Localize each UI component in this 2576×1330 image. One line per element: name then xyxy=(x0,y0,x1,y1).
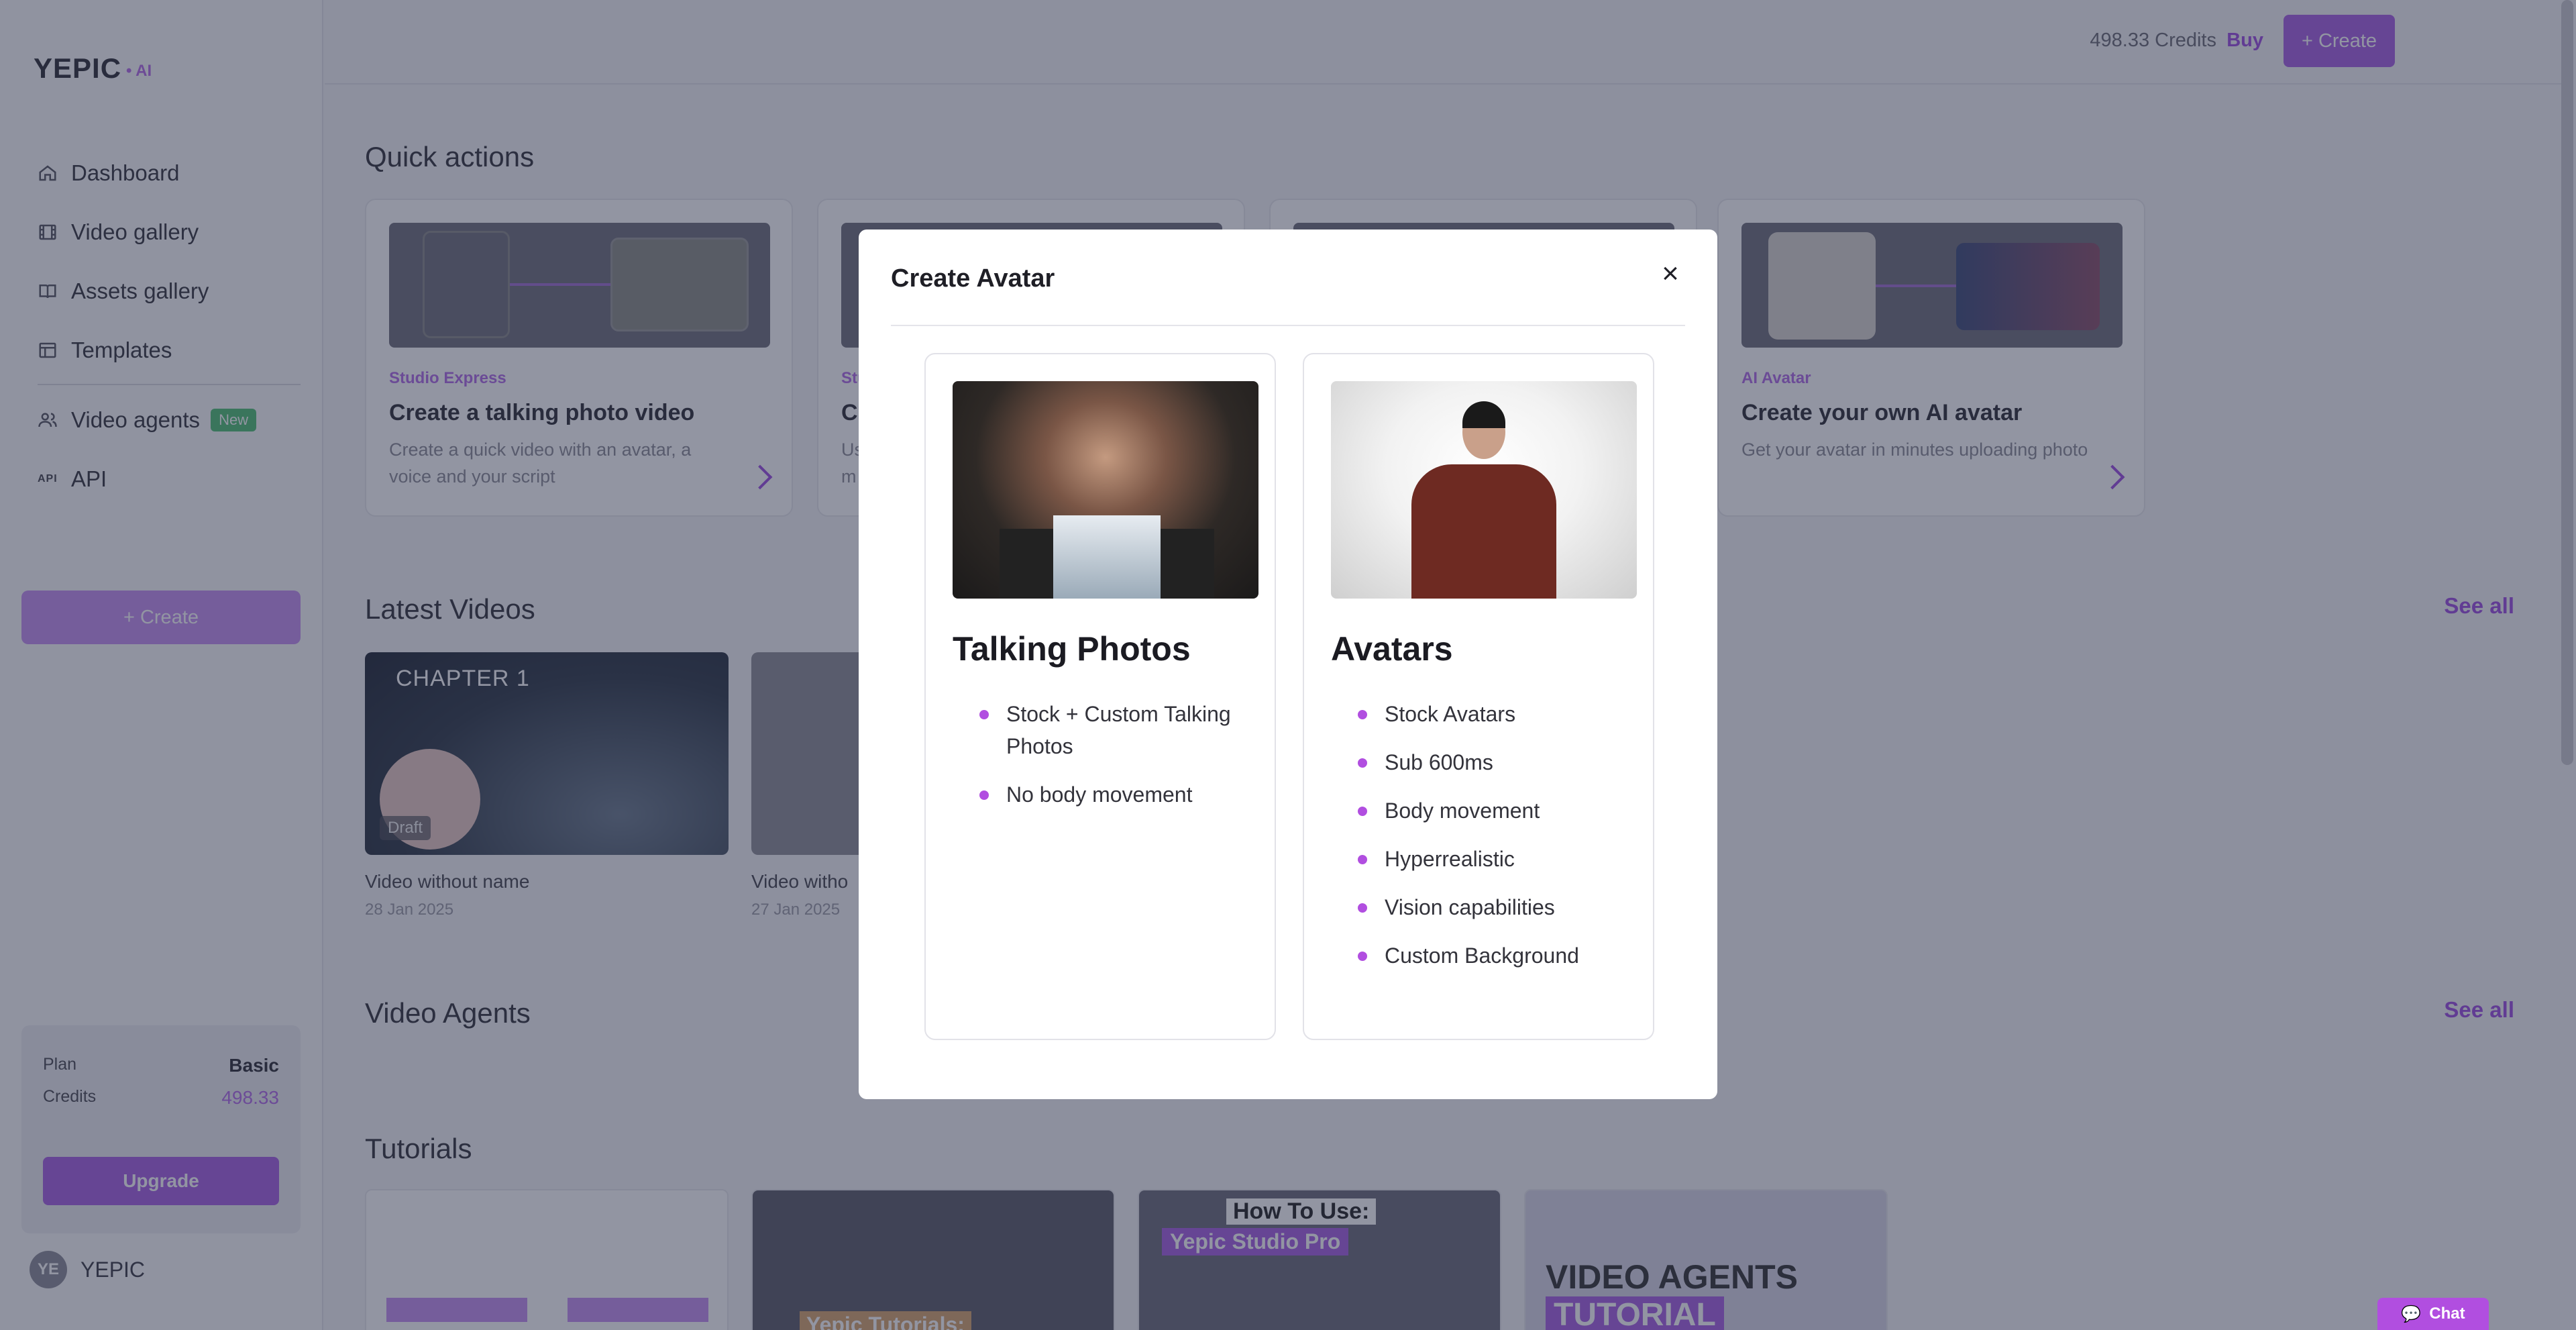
chat-label: Chat xyxy=(2429,1305,2465,1323)
close-icon[interactable]: × xyxy=(1656,259,1685,289)
modal-divider xyxy=(891,325,1685,326)
suit-shape xyxy=(1161,529,1214,599)
talking-photo-preview xyxy=(953,381,1258,599)
modal-title: Create Avatar xyxy=(891,264,1055,293)
option-title: Avatars xyxy=(1331,630,1453,668)
avatar-hair xyxy=(1462,401,1505,428)
avatar-preview xyxy=(1331,381,1637,599)
feature-list: Stock Avatars Sub 600ms Body movement Hy… xyxy=(1358,698,1640,988)
feature-item: Custom Background xyxy=(1358,939,1640,972)
feature-item: Hyperrealistic xyxy=(1358,843,1640,875)
avatar-body xyxy=(1411,464,1556,599)
avatars-option[interactable]: Avatars Stock Avatars Sub 600ms Body mov… xyxy=(1303,353,1654,1040)
feature-item: Body movement xyxy=(1358,795,1640,827)
feature-item: Stock Avatars xyxy=(1358,698,1640,730)
feature-list: Stock + Custom Talking Photos No body mo… xyxy=(979,698,1261,827)
feature-item: Stock + Custom Talking Photos xyxy=(979,698,1261,762)
option-title: Talking Photos xyxy=(953,630,1191,668)
chat-bubble-icon: 💬 xyxy=(2401,1305,2422,1323)
suit-shape xyxy=(1000,529,1053,599)
talking-photos-option[interactable]: Talking Photos Stock + Custom Talking Ph… xyxy=(924,353,1276,1040)
chat-button[interactable]: 💬 Chat xyxy=(2377,1298,2489,1330)
feature-item: No body movement xyxy=(979,778,1261,811)
create-avatar-modal: Create Avatar × Talking Photos Stock + C… xyxy=(859,229,1717,1099)
feature-item: Sub 600ms xyxy=(1358,746,1640,778)
shirt-shape xyxy=(1053,515,1161,599)
feature-item: Vision capabilities xyxy=(1358,891,1640,923)
